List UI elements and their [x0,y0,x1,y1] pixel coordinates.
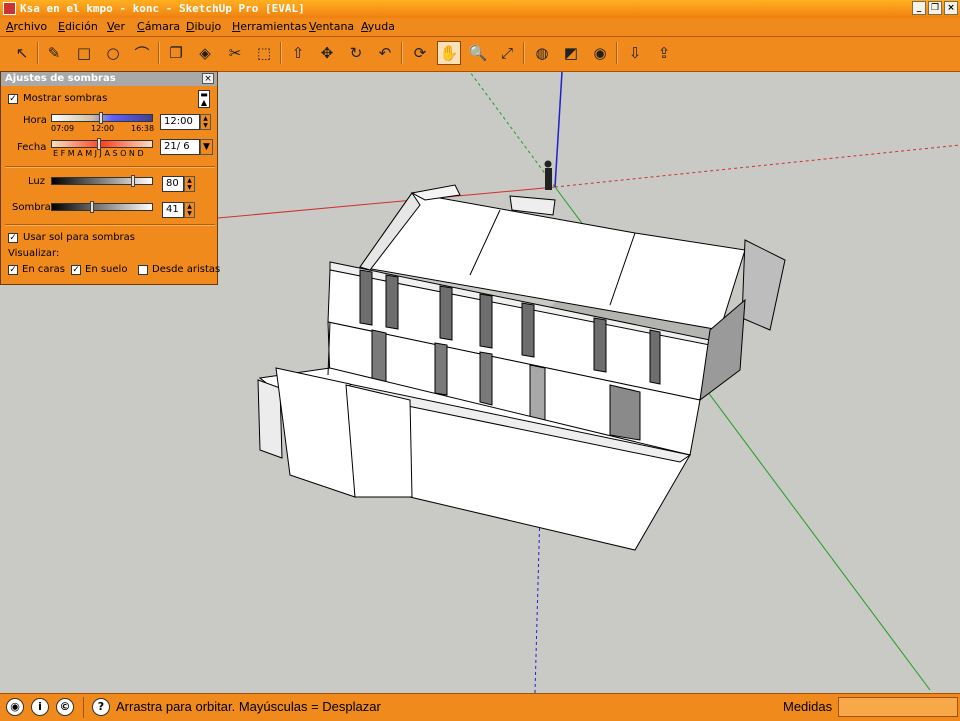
title-bar: Ksa en el kmpo - konc - SketchUp Pro [EV… [0,0,960,18]
panel-divider [5,224,215,226]
dark-input[interactable]: 41 [162,202,184,218]
on-faces-label: En caras [22,264,65,275]
main-toolbar: ↖ ✎ □ ○ ⌒ ❐ ◈ ✂ ⬚ ⇧ ✥ ↻ ↶ ⟳ ✋ 🔍 ⤢ ◍ ◩ ◉ … [0,37,960,72]
paint-bucket-icon[interactable]: ⬚ [252,41,276,65]
orbit-icon[interactable]: ⟳ [408,41,432,65]
move-icon[interactable]: ✥ [315,41,339,65]
tape-measure-icon[interactable]: ✂ [223,41,247,65]
close-window-button[interactable]: × [944,1,958,15]
menu-edicion[interactable]: Edición [58,20,98,33]
visualize-label: Visualizar: [8,248,60,259]
from-edges-label: Desde aristas [152,264,221,275]
use-sun-checkbox[interactable]: ✓ [8,233,18,243]
arc-icon[interactable]: ⌒ [130,41,154,65]
menu-herramientas[interactable]: Herramientas [232,20,307,33]
green-axis-dashed [469,72,556,188]
light-slider-thumb[interactable] [131,175,135,187]
restore-button[interactable]: ❐ [928,1,942,15]
light-input[interactable]: 80 [162,176,184,192]
minimize-button[interactable]: _ [912,1,926,15]
panel-close-button[interactable]: × [202,73,214,84]
house-model[interactable] [257,184,786,551]
toolbar-separator [37,42,39,64]
sombra-label: Sombra [12,202,51,213]
hora-tick-start: 07:09 [51,124,75,133]
menu-archivo[interactable]: Archivo [6,20,47,33]
share-model-icon[interactable]: ◩ [559,41,583,65]
menu-ver[interactable]: Ver [107,20,125,33]
panel-title: Ajustes de sombras [1,72,217,86]
fecha-months: E F M A M J J A S O N D [53,149,144,158]
get-models-icon[interactable]: ◍ [530,41,554,65]
eraser-icon[interactable]: ◈ [193,41,217,65]
date-slider[interactable] [51,140,153,148]
menu-dibujo[interactable]: Dibujo [186,20,221,33]
status-bar: ◉ i © ? Arrastra para orbitar. Mayúscula… [0,693,960,721]
light-spinner[interactable]: ▲ ▼ [184,176,195,192]
hora-tick-end: 16:38 [131,124,155,133]
sketchup-app-icon[interactable] [3,2,16,15]
toolbar-separator [280,42,282,64]
help-icon[interactable]: ? [92,698,110,716]
offset-icon[interactable]: ↶ [373,41,397,65]
on-ground-label: En suelo [85,264,128,275]
on-ground-checkbox[interactable]: ✓ [71,265,81,275]
dark-slider-thumb[interactable] [90,201,94,213]
hora-tick-mid: 12:00 [91,124,115,133]
menu-camara[interactable]: Cámara [137,20,180,33]
zoom-icon[interactable]: 🔍 [466,41,490,65]
measurements-label: Medidas [783,699,833,714]
rectangle-icon[interactable]: □ [72,41,96,65]
time-slider-thumb[interactable] [99,112,103,124]
pencil-icon[interactable]: ✎ [42,41,66,65]
from-edges-checkbox[interactable] [138,265,148,275]
red-axis-dashed [554,144,960,188]
rotate-icon[interactable]: ↻ [344,41,368,65]
time-spinner[interactable]: ▲ ▼ [200,114,211,130]
menu-ventana[interactable]: Ventana [309,20,354,33]
user-icon[interactable]: © [56,698,74,716]
show-shadows-label: Mostrar sombras [23,93,108,104]
status-separator [83,697,84,718]
time-input[interactable]: 12:00 [160,114,200,130]
fecha-label: Fecha [17,142,47,153]
toolbar-separator [616,42,618,64]
light-slider[interactable] [51,177,153,185]
use-sun-label: Usar sol para sombras [23,232,135,243]
dark-spinner[interactable]: ▲ ▼ [184,202,195,218]
select-icon[interactable]: ↖ [10,41,34,65]
make-component-icon[interactable]: ❐ [164,41,188,65]
pan-icon[interactable]: ✋ [437,41,461,65]
export-icon[interactable]: ⇪ [652,41,676,65]
menu-bar: Archivo Edición Ver Cámara Dibujo Herram… [0,18,960,37]
date-input[interactable]: 21/ 6 [160,139,200,155]
window-title: Ksa en el kmpo - konc - SketchUp Pro [EV… [20,2,305,15]
blue-axis-dashed [534,509,541,693]
collapse-panel-icon[interactable]: ▬ ▲ [198,90,210,108]
circle-icon[interactable]: ○ [101,41,125,65]
status-hint: Arrastra para orbitar. Mayúsculas = Desp… [116,699,381,714]
hora-label: Hora [23,115,47,126]
toolbar-separator [401,42,403,64]
blue-axis-line [554,72,563,188]
luz-label: Luz [28,176,45,187]
credits-icon[interactable]: i [31,698,49,716]
show-shadows-checkbox[interactable]: ✓ [8,94,18,104]
push-pull-icon[interactable]: ⇧ [286,41,310,65]
toolbar-separator [523,42,525,64]
panel-divider [5,166,215,168]
menu-ayuda[interactable]: Ayuda [361,20,395,33]
toolbar-separator [158,42,160,64]
google-earth-icon[interactable]: ◉ [588,41,612,65]
date-dropdown-icon[interactable]: ▼ [200,139,213,155]
shadow-settings-panel: Ajustes de sombras × ✓ Mostrar sombras ▬… [0,71,221,285]
scale-figure[interactable] [544,160,553,191]
measurements-input[interactable] [838,697,958,717]
import-icon[interactable]: ⇩ [623,41,647,65]
dark-slider[interactable] [51,203,153,211]
zoom-extents-icon[interactable]: ⤢ [495,41,519,65]
geolocation-icon[interactable]: ◉ [6,698,24,716]
on-faces-checkbox[interactable]: ✓ [8,265,18,275]
